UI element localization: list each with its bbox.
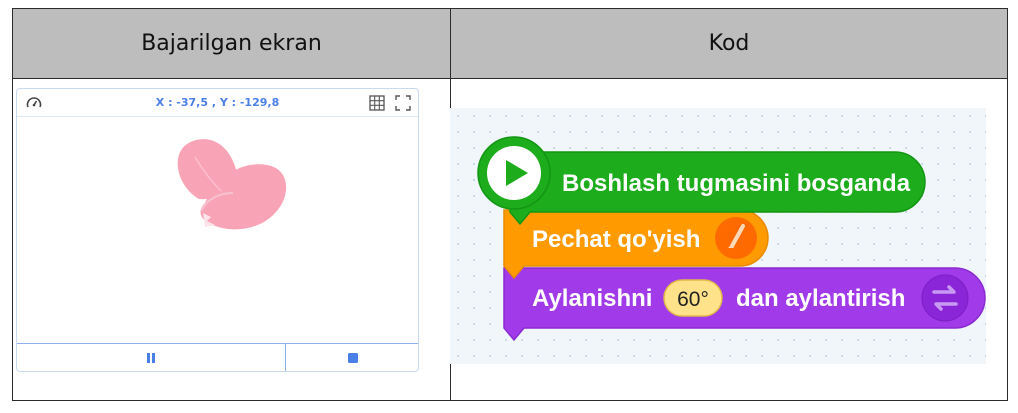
angle-value[interactable]: 60° [677, 288, 709, 311]
pause-icon [147, 352, 155, 363]
heart-petal-sprite[interactable] [167, 127, 297, 237]
stage-controls [17, 343, 418, 371]
rotate-block-label-pre: Aylanishni [532, 285, 652, 312]
rotate-block[interactable]: Aylanishni 60° dan aylantirish [503, 267, 986, 342]
start-block-label: Boshlash tugmasini bosganda [562, 170, 911, 197]
stop-button[interactable] [286, 344, 419, 371]
fullscreen-icon[interactable] [394, 94, 412, 112]
stop-icon [347, 352, 358, 363]
code-area: Aylanishni 60° dan aylantirish Pechat qo… [450, 108, 986, 364]
coordinates-readout: X : -37,5 , Y : -129,8 [155, 96, 280, 109]
header-left: Bajarilgan ekran [13, 9, 451, 79]
stage-toolbar: X : -37,5 , Y : -129,8 [17, 89, 418, 117]
grid-icon[interactable] [368, 94, 386, 112]
header-right: Kod [451, 9, 1007, 79]
rotate-block-label-post: dan aylantirish [736, 285, 905, 312]
stage-panel: X : -37,5 , Y : -129,8 [16, 88, 419, 372]
pause-button[interactable] [17, 344, 286, 371]
when-start-clicked-block[interactable]: Boshlash tugmasini bosganda [477, 136, 926, 226]
stamp-block-label: Pechat qo'yish [532, 226, 700, 253]
